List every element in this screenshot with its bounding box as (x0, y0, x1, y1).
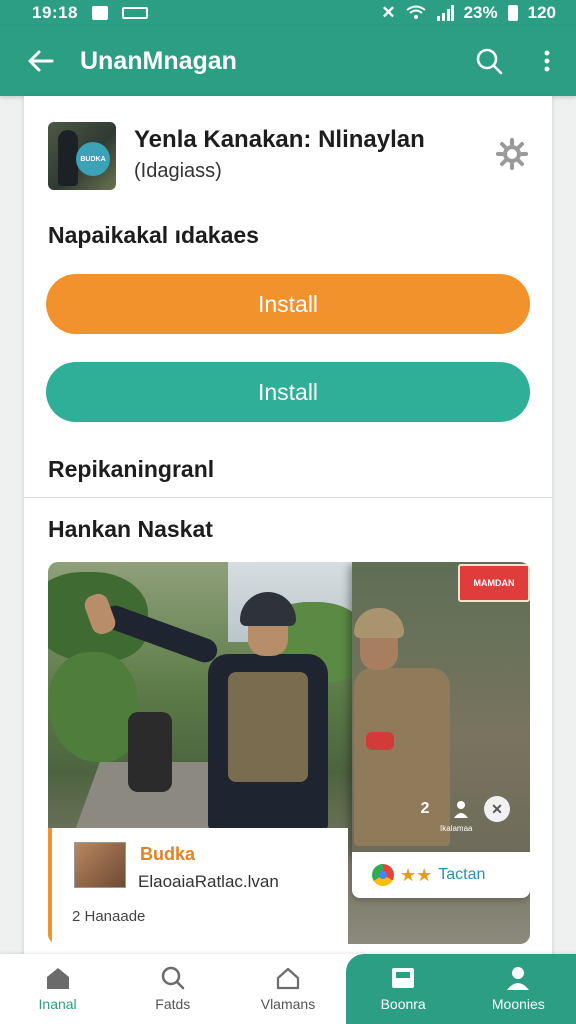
wifi-icon (405, 5, 426, 19)
divider (24, 497, 552, 498)
overlay-caption: Ikalamaa (440, 824, 473, 833)
app-details-card: BUDKA Yenla Kanakan: Nlinaylan (Idagiass… (24, 96, 552, 966)
home-icon (46, 968, 69, 989)
overlay-controls: 2 ✕ (412, 796, 510, 822)
status-bar: 19:18 ✕ 23% 120 (0, 0, 576, 26)
status-value: 120 (527, 3, 556, 22)
section-heading: Repikaningranl (48, 456, 215, 482)
notification-icon (91, 6, 108, 20)
nav-item-library[interactable]: Boonra (345, 954, 461, 1024)
nav-item-profile[interactable]: Moonies (460, 954, 576, 1024)
nav-label: Fatds (155, 996, 191, 1012)
house-outline-icon (276, 967, 300, 990)
rating-stars: ★★ (400, 864, 433, 885)
close-icon[interactable]: ✕ (484, 796, 510, 822)
app-subtitle: (Idagiass) (134, 160, 222, 182)
more-vert-icon (544, 50, 550, 72)
nav-label: Moonies (491, 996, 545, 1012)
battery-icon (507, 5, 518, 21)
chrome-icon (372, 864, 394, 886)
developer-name: Budka (140, 844, 196, 864)
photo-foliage (48, 652, 138, 762)
app-icon-figure (58, 130, 78, 186)
back-button[interactable] (0, 26, 80, 96)
battery-percent: 23% (463, 3, 498, 22)
app-icon: BUDKA (48, 122, 116, 190)
section-heading: Napaikakal ıdakaes (48, 222, 259, 248)
developer-thumbnail (74, 842, 126, 888)
screenshot-thumbnail[interactable]: MAMDAN 2 ✕ Ikalamaa (352, 562, 530, 852)
settings-button[interactable] (496, 138, 528, 170)
rating-text: Tactan (438, 866, 486, 883)
overflow-menu-button[interactable] (518, 26, 576, 96)
status-time: 19:18 (32, 3, 78, 22)
app-icon-badge: BUDKA (76, 142, 110, 176)
search-icon (161, 966, 185, 990)
nav-label: Vlamans (260, 996, 316, 1012)
bottom-navigation: Inanal Fatds Vlamans Boonra Moonies (0, 954, 576, 1024)
gear-icon (496, 138, 528, 170)
install-button-primary[interactable]: Install (46, 274, 530, 334)
app-bar: UnanMnagan (0, 26, 576, 96)
shop-sign: MAMDAN (458, 564, 530, 602)
search-button[interactable] (460, 26, 518, 96)
signal-icon (436, 5, 454, 21)
person-icon[interactable] (448, 796, 474, 822)
nav-item-places[interactable]: Vlamans (230, 954, 345, 1024)
count-label: 2 (420, 800, 430, 817)
nav-item-search[interactable]: Fatds (115, 954, 230, 1024)
search-icon (476, 48, 503, 75)
install-button-secondary[interactable]: Install (46, 362, 530, 422)
arrow-left-icon (28, 50, 54, 72)
photo-person (81, 591, 328, 832)
app-name: Yenla Kanakan: Nlinaylan (134, 126, 425, 153)
screenshot-gallery[interactable]: MAMDAN 2 ✕ Ikalamaa Budka ElaoaiaRatlac.… (48, 562, 530, 944)
person-icon (507, 967, 530, 990)
developer-card[interactable]: Budka ElaoaiaRatlac.lvan 2 Hanaade (48, 828, 348, 944)
notification-icon (121, 7, 148, 19)
mute-icon: ✕ (381, 3, 396, 22)
page-title: UnanMnagan (80, 46, 237, 75)
tray-icon (392, 968, 415, 988)
nav-label: Inanal (38, 996, 77, 1012)
section-heading: Hankan Naskat (48, 516, 213, 542)
rating-card[interactable]: ★★ Tactan (352, 852, 530, 898)
developer-subtitle: ElaoaiaRatlac.lvan (138, 872, 279, 891)
nav-label: Boonra (380, 996, 426, 1012)
nav-item-home[interactable]: Inanal (0, 954, 115, 1024)
developer-footer: 2 Hanaade (72, 908, 146, 925)
